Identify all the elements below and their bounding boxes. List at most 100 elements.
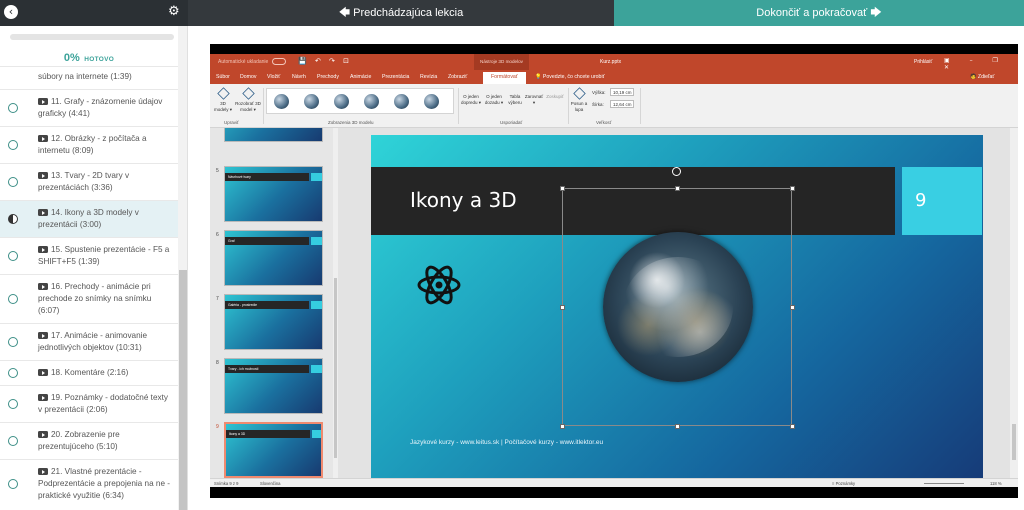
- pan-zoom-icon: [572, 87, 586, 100]
- lesson-item[interactable]: 19. Poznámky - dodatočné texty v prezent…: [0, 385, 178, 422]
- lesson-item[interactable]: 12. Obrázky - z počítača a internetu (8:…: [0, 126, 178, 163]
- view-preset-6[interactable]: [424, 94, 439, 109]
- reset-3d-model-button[interactable]: Rozobrať 3D model ▾: [234, 87, 262, 112]
- selection-box: [562, 188, 792, 426]
- zoom-slider[interactable]: [924, 483, 964, 484]
- slide-thumbnail[interactable]: Návrhové tvary: [224, 166, 323, 222]
- resize-handle[interactable]: [560, 424, 565, 429]
- signin-link[interactable]: Prihlásiť: [914, 59, 932, 65]
- video-icon: [38, 135, 48, 142]
- language-indicator[interactable]: Slovenčina: [260, 481, 281, 486]
- view-preset-4[interactable]: [364, 94, 379, 109]
- view-preset-1[interactable]: [274, 94, 289, 109]
- resize-handle[interactable]: [790, 424, 795, 429]
- ribbon-tabs: 💡 Povedzte, čo chcete urobiť 🧑 Zdieľať S…: [210, 70, 1018, 84]
- ribbon-tab[interactable]: Súbor: [216, 74, 230, 80]
- slide-thumbnail[interactable]: Tvary - ich možnosti: [224, 358, 323, 414]
- ribbon-tab[interactable]: Domov: [240, 74, 256, 80]
- bring-forward-button[interactable]: O jeden dopredu ▾: [460, 94, 482, 105]
- view-preset-5[interactable]: [394, 94, 409, 109]
- notes-button[interactable]: ≡ Poznámky: [832, 481, 855, 486]
- lesson-item[interactable]: 14. Ikony a 3D modely v prezentácii (3:0…: [0, 200, 178, 237]
- lesson-item[interactable]: 17. Animácie - animovanie jednotlivých o…: [0, 323, 178, 360]
- slide-editor: Ikony a 3D 9 Jazykové kurzy - www.leitus…: [338, 128, 1018, 480]
- share-button[interactable]: 🧑 Zdieľať: [970, 74, 994, 80]
- selection-pane-button[interactable]: Tabla výberu: [506, 94, 524, 105]
- width-label: Šírka:: [592, 102, 604, 107]
- thumbnails-scrollbar-thumb[interactable]: [334, 278, 337, 458]
- lesson-item[interactable]: 21. Vlastné prezentácie - Podprezentácie…: [0, 459, 178, 508]
- zoom-level[interactable]: 118 %: [990, 481, 1002, 486]
- lesson-item[interactable]: 16. Prechody - animácie pri prechode zo …: [0, 274, 178, 323]
- send-backward-button[interactable]: O jeden dozadu ▾: [483, 94, 505, 105]
- group-button[interactable]: Zoskupiť: [545, 94, 565, 100]
- progress-bar: [10, 34, 174, 40]
- editor-scrollbar[interactable]: [1010, 128, 1018, 478]
- slide-thumbnail[interactable]: Graf: [224, 230, 323, 286]
- gear-icon[interactable]: ⚙: [168, 4, 180, 19]
- resize-handle[interactable]: [675, 424, 680, 429]
- ribbon-tab[interactable]: Zobraziť: [448, 74, 467, 80]
- align-button[interactable]: Zarovnať ▾: [524, 94, 544, 105]
- progress-status: HOTOVO: [84, 56, 115, 63]
- slide-title[interactable]: Ikony a 3D: [410, 188, 517, 212]
- video-icon: [38, 394, 48, 401]
- lesson-title: 18. Komentáre (2:16): [51, 368, 129, 377]
- complete-continue-button[interactable]: Dokončiť a pokračovať 🡆: [614, 0, 1024, 26]
- view-preset-3[interactable]: [334, 94, 349, 109]
- pan-zoom-button[interactable]: Posun a lupa: [570, 87, 588, 112]
- height-input[interactable]: 10,19 cm: [610, 88, 634, 96]
- quick-access-icons[interactable]: 💾 ↶ ↷ ⊡: [298, 57, 352, 65]
- slide-thumbnail-4[interactable]: [224, 128, 323, 142]
- video-player[interactable]: Automatické ukladanie 💾 ↶ ↷ ⊡ Nástroje 3…: [210, 44, 1018, 498]
- video-icon: [38, 283, 48, 290]
- ribbon-tab[interactable]: Revízia: [420, 74, 437, 80]
- resize-handle[interactable]: [790, 186, 795, 191]
- width-input[interactable]: 12,64 cm: [610, 100, 634, 108]
- course-player: ‹ ⚙ 🡄 Predchádzajúca lekcia Dokončiť a p…: [0, 0, 1024, 510]
- sidebar-header: ‹ ⚙: [0, 0, 188, 26]
- lesson-item[interactable]: súbory na internete (1:39): [0, 66, 178, 89]
- resize-handle[interactable]: [675, 186, 680, 191]
- resize-handle[interactable]: [560, 186, 565, 191]
- status-circle-icon: [8, 436, 18, 446]
- status-circle-icon: [8, 251, 18, 261]
- ribbon-tab[interactable]: Prezentácia: [382, 74, 409, 80]
- ribbon-tab[interactable]: Návrh: [292, 74, 306, 80]
- previous-lesson-button[interactable]: 🡄 Predchádzajúca lekcia: [188, 0, 614, 26]
- sidebar-scrollbar[interactable]: [178, 26, 187, 510]
- rotate-handle-icon[interactable]: [672, 167, 681, 176]
- window-controls-icon[interactable]: ▣ – ❐ ✕: [944, 57, 1018, 71]
- current-slide[interactable]: Ikony a 3D 9 Jazykové kurzy - www.leitus…: [371, 135, 983, 480]
- ribbon-tab[interactable]: Animácie: [350, 74, 371, 80]
- lesson-item[interactable]: 15. Spustenie prezentácie - F5 a SHIFT+F…: [0, 237, 178, 274]
- lesson-title: 19. Poznámky - dodatočné texty v prezent…: [38, 393, 168, 414]
- 3d-models-button[interactable]: 3D modely ▾: [214, 87, 232, 112]
- lesson-item[interactable]: 20. Zobrazenie pre prezentujúceho (5:10): [0, 422, 178, 459]
- resize-handle[interactable]: [560, 305, 565, 310]
- lesson-title: 15. Spustenie prezentácie - F5 a SHIFT+F…: [38, 245, 170, 266]
- autosave-toggle[interactable]: [272, 58, 286, 65]
- view-preset-2[interactable]: [304, 94, 319, 109]
- slide-thumbnail[interactable]: Ikony a 3D: [224, 422, 323, 478]
- status-circle-icon: [8, 337, 18, 347]
- lesson-item[interactable]: 18. Komentáre (2:16): [0, 360, 178, 385]
- ribbon-tab[interactable]: Vložiť: [267, 74, 280, 80]
- sidebar-scrollbar-thumb[interactable]: [179, 270, 187, 510]
- tell-me-box[interactable]: 💡 Povedzte, čo chcete urobiť: [535, 74, 605, 80]
- resize-handle[interactable]: [790, 305, 795, 310]
- 3d-views-gallery[interactable]: [266, 88, 454, 114]
- video-icon: [38, 468, 48, 475]
- status-circle-icon: [8, 294, 18, 304]
- lesson-item[interactable]: 11. Grafy - znázornenie údajov graficky …: [0, 89, 178, 126]
- group-views-label: Zobrazenia 3D modelu: [328, 120, 374, 125]
- ribbon-tab[interactable]: Formátovať: [483, 72, 526, 84]
- editor-scrollbar-thumb[interactable]: [1012, 424, 1016, 460]
- atom-icon[interactable]: [417, 261, 461, 309]
- ribbon-tab[interactable]: Prechody: [317, 74, 339, 80]
- slide-thumbnail[interactable]: Galéria - prostredie: [224, 294, 323, 350]
- back-icon[interactable]: ‹: [4, 5, 18, 19]
- lesson-item[interactable]: 13. Tvary - 2D tvary v prezentáciách (3:…: [0, 163, 178, 200]
- video-icon: [38, 98, 48, 105]
- height-label: Výška:: [592, 90, 606, 95]
